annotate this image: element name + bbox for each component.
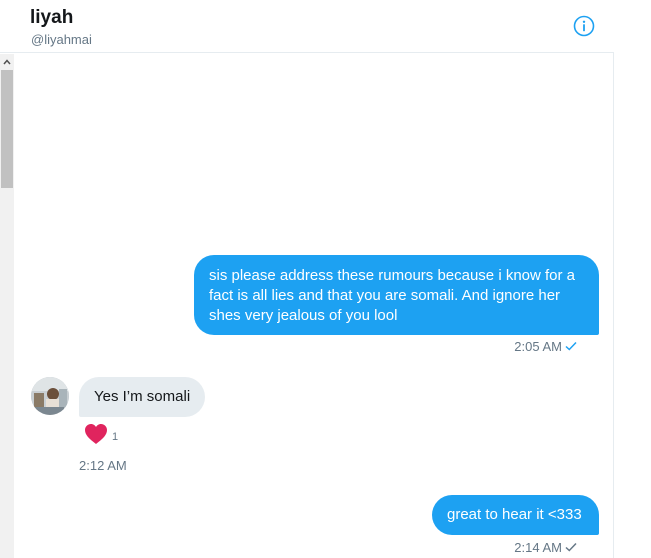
message-time: 2:14 AM: [514, 540, 562, 555]
scroll-up-arrow-icon[interactable]: [0, 54, 14, 69]
conversation-header: liyah @liyahmai: [0, 0, 614, 53]
contact-name[interactable]: liyah: [30, 7, 73, 29]
conversation-panel: liyah @liyahmai sis please address these…: [0, 0, 614, 558]
reaction-count: 1: [112, 430, 119, 443]
message-bubble-outgoing[interactable]: great to hear it <333: [432, 495, 599, 535]
info-icon[interactable]: [573, 15, 595, 37]
message-meta: 2:14 AM: [514, 540, 577, 555]
message-meta: 2:05 AM: [514, 339, 577, 354]
message-time: 2:12 AM: [79, 458, 127, 473]
message-meta: 2:12 AM: [79, 458, 127, 473]
check-icon: [565, 339, 577, 354]
scrollbar[interactable]: [0, 54, 14, 558]
heart-icon[interactable]: [84, 423, 108, 450]
contact-handle[interactable]: @liyahmai: [31, 32, 92, 47]
message-bubble-outgoing[interactable]: sis please address these rumours because…: [194, 255, 599, 335]
avatar[interactable]: [31, 377, 69, 415]
message-bubble-incoming[interactable]: Yes I’m somali: [79, 377, 206, 417]
check-icon: [565, 540, 577, 555]
message-time: 2:05 AM: [514, 339, 562, 354]
reaction[interactable]: 1: [84, 423, 118, 450]
scroll-thumb[interactable]: [1, 70, 13, 188]
